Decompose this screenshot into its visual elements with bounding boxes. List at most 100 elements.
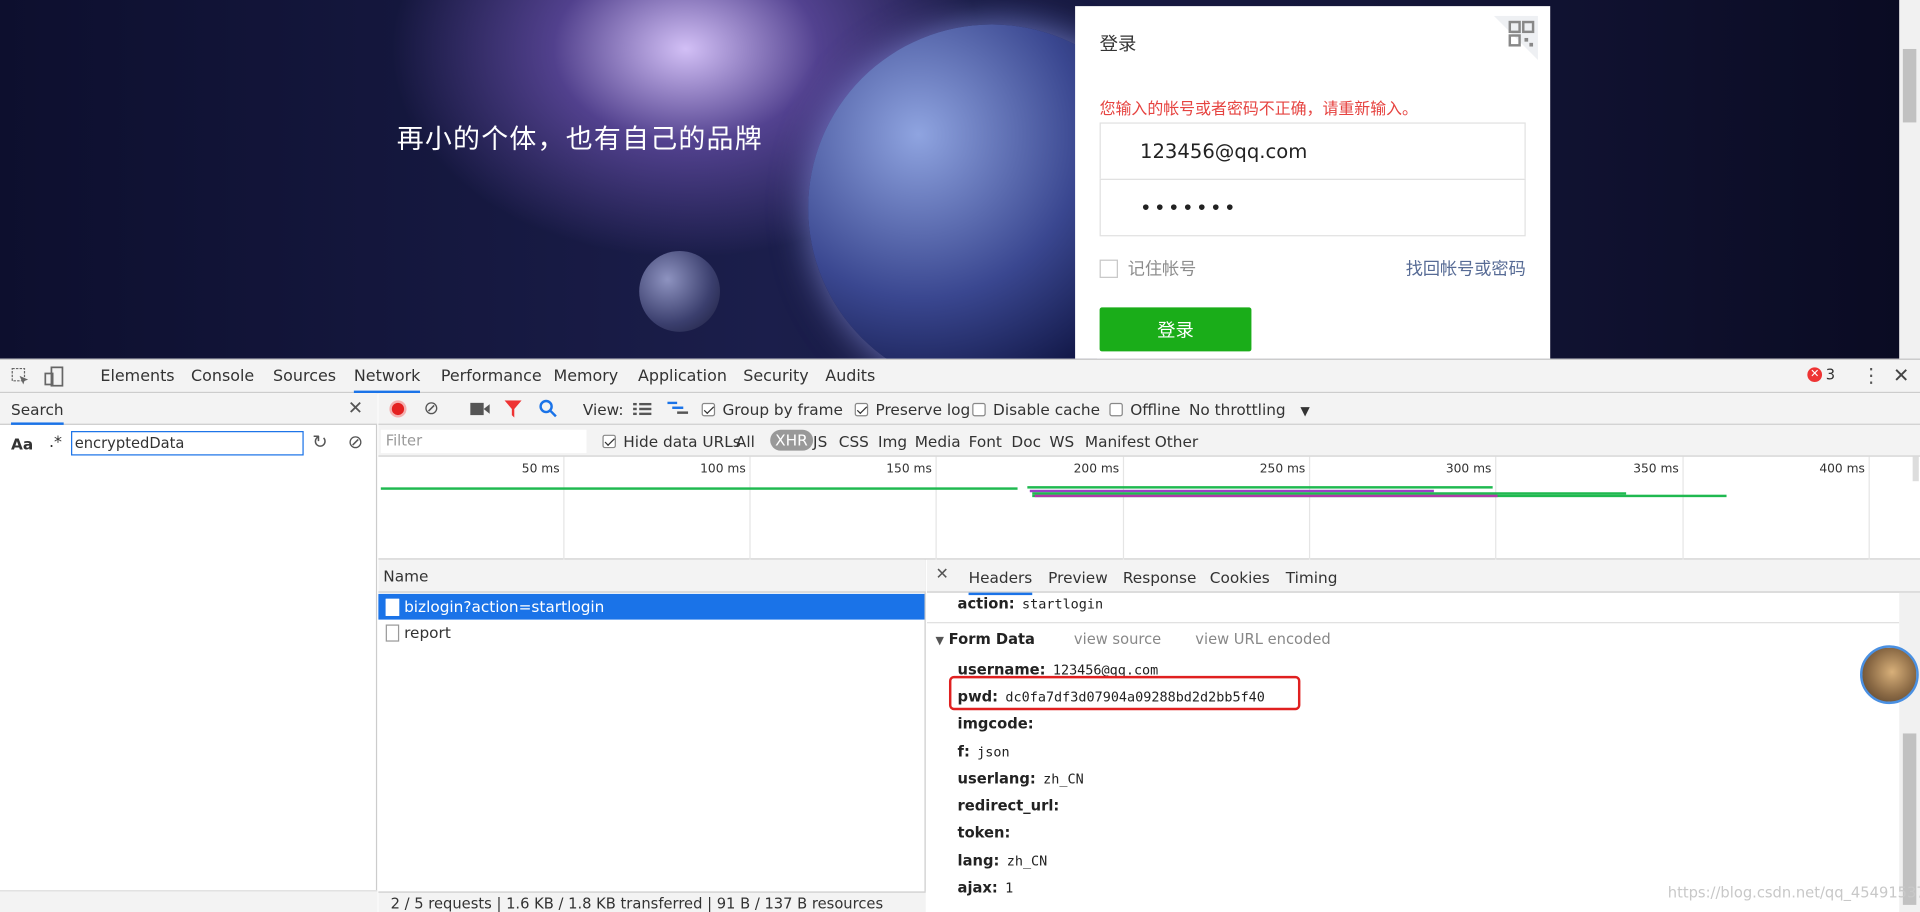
preserve-log[interactable]: Preserve log xyxy=(854,400,970,419)
timeline-gridline xyxy=(1868,456,1870,560)
capture-screenshots-icon[interactable] xyxy=(470,402,490,417)
tab-memory[interactable]: Memory xyxy=(553,367,618,385)
login-button[interactable]: 登录 xyxy=(1099,307,1252,352)
remember-checkbox[interactable] xyxy=(1099,258,1118,278)
device-toolbar-icon[interactable] xyxy=(44,366,64,387)
filter-icon[interactable] xyxy=(504,400,522,418)
error-count: 3 xyxy=(1825,366,1836,384)
search-input[interactable]: encryptedData xyxy=(71,431,304,456)
request-row[interactable]: bizlogin?action=startlogin xyxy=(378,593,925,620)
forgot-password-link[interactable]: 找回帐号或密码 xyxy=(1406,256,1526,280)
tab-performance[interactable]: Performance xyxy=(441,367,542,385)
filter-doc[interactable]: Doc xyxy=(1011,432,1041,450)
regex-toggle[interactable]: .* xyxy=(49,433,62,451)
inspect-element-icon[interactable] xyxy=(11,367,31,387)
request-name: report xyxy=(404,623,451,642)
tick-label: 300 ms xyxy=(1445,462,1492,477)
refresh-icon[interactable]: ↻ xyxy=(312,431,327,453)
avatar[interactable] xyxy=(1860,645,1919,705)
filter-ws[interactable]: WS xyxy=(1049,432,1074,450)
tab-preview[interactable]: Preview xyxy=(1048,568,1108,586)
remember-account[interactable]: 记住帐号 xyxy=(1099,256,1197,280)
network-overview-timeline[interactable]: 50 ms 100 ms 150 ms 200 ms 250 ms 300 ms… xyxy=(378,456,1920,560)
param-key: pwd: xyxy=(957,688,999,706)
tick-label: 350 ms xyxy=(1633,462,1679,477)
filter-js[interactable]: JS xyxy=(813,432,827,450)
devtools: Elements Console Sources Network Perform… xyxy=(0,358,1920,912)
param-value: dc0fa7df3d07904a09288bd2d2bb5f40 xyxy=(1005,689,1265,706)
error-counter[interactable]: ✕ 3 xyxy=(1807,366,1835,383)
throttling-select[interactable]: No throttling ▼ xyxy=(1189,400,1310,418)
filter-xhr[interactable]: XHR xyxy=(770,429,813,451)
page-scrollbar[interactable] xyxy=(1899,0,1920,359)
group-by-frame-checkbox[interactable] xyxy=(701,402,716,417)
tab-headers[interactable]: Headers xyxy=(968,568,1033,596)
large-rows-icon[interactable] xyxy=(633,402,652,416)
timeline-bar xyxy=(380,487,1018,490)
search-footer xyxy=(0,890,378,912)
clear-icon[interactable]: ⊘ xyxy=(424,397,439,419)
tab-cookies[interactable]: Cookies xyxy=(1210,568,1270,586)
hide-data-urls[interactable]: Hide data URLs xyxy=(602,432,741,451)
remember-label: 记住帐号 xyxy=(1127,259,1197,280)
disable-cache[interactable]: Disable cache xyxy=(972,400,1100,419)
search-icon[interactable] xyxy=(539,399,557,418)
request-row[interactable]: report xyxy=(378,620,924,646)
group-by-frame[interactable]: Group by frame xyxy=(701,400,843,419)
param-key: redirect_url: xyxy=(957,797,1060,815)
disable-cache-checkbox[interactable] xyxy=(972,402,986,417)
web-page: 再小的个体，也有自己的品牌 登录 您输入的帐号或者密码不正确，请重新输入。 12… xyxy=(0,0,1920,359)
view-source-link[interactable]: view source xyxy=(1074,631,1161,648)
clear-search-icon[interactable]: ⊘ xyxy=(348,431,363,453)
waterfall-overview-icon[interactable] xyxy=(667,401,689,417)
record-icon[interactable] xyxy=(389,400,407,418)
param-value: zh_CN xyxy=(1043,771,1084,788)
watermark: https://blog.csdn.net/qq_45491537 xyxy=(1667,884,1920,902)
param-value: 1 xyxy=(1005,880,1014,897)
filter-manifest[interactable]: Manifest xyxy=(1085,432,1150,450)
filter-other[interactable]: Other xyxy=(1155,432,1198,450)
param-value: startlogin xyxy=(1022,596,1104,613)
tab-network[interactable]: Network xyxy=(353,367,421,394)
match-case-toggle[interactable]: Aa xyxy=(11,435,33,453)
tab-console[interactable]: Console xyxy=(191,367,254,385)
timeline-bar xyxy=(1027,486,1493,489)
form-data-section[interactable]: ▼ Form Data view source view URL encoded xyxy=(936,631,1331,648)
filter-img[interactable]: Img xyxy=(878,432,907,450)
file-icon xyxy=(385,598,400,616)
password-field[interactable]: ••••••• xyxy=(1099,178,1526,237)
devtools-tabbar: Elements Console Sources Network Perform… xyxy=(0,360,1920,394)
filter-css[interactable]: CSS xyxy=(839,432,869,450)
timeline-gridline xyxy=(1308,456,1311,560)
timeline-handle[interactable] xyxy=(1912,456,1919,482)
network-status-bar: 2 / 5 requests | 1.6 KB / 1.8 KB transfe… xyxy=(378,891,926,912)
tab-application[interactable]: Application xyxy=(638,367,727,385)
tab-sources[interactable]: Sources xyxy=(273,367,336,385)
preserve-log-checkbox[interactable] xyxy=(854,402,869,417)
qr-code-icon[interactable] xyxy=(1493,15,1538,61)
tab-security[interactable]: Security xyxy=(743,367,808,385)
close-details-icon[interactable]: ✕ xyxy=(936,566,949,584)
filter-all[interactable]: All xyxy=(736,432,755,450)
tab-elements[interactable]: Elements xyxy=(100,367,174,385)
close-search-icon[interactable]: ✕ xyxy=(348,397,363,419)
view-url-encoded-link[interactable]: view URL encoded xyxy=(1195,631,1330,648)
tab-audits[interactable]: Audits xyxy=(825,367,875,385)
username-field[interactable]: 123456@qq.com xyxy=(1099,122,1526,180)
group-by-frame-label: Group by frame xyxy=(722,400,843,419)
tab-timing[interactable]: Timing xyxy=(1286,568,1338,586)
details-scrollbar[interactable] xyxy=(1899,592,1920,912)
more-menu-icon[interactable]: ⋮ xyxy=(1861,364,1881,387)
offline-checkbox[interactable] xyxy=(1109,402,1123,417)
name-column-header[interactable]: Name xyxy=(378,559,926,593)
filter-input[interactable]: Filter xyxy=(380,429,587,454)
close-devtools-icon[interactable]: ✕ xyxy=(1893,364,1909,387)
filter-media[interactable]: Media xyxy=(915,432,961,450)
tab-response[interactable]: Response xyxy=(1123,568,1197,586)
param-key: token: xyxy=(957,824,1011,842)
filter-font[interactable]: Font xyxy=(969,432,1002,450)
search-title[interactable]: Search xyxy=(11,400,64,425)
offline[interactable]: Offline xyxy=(1109,400,1180,419)
form-field: token: xyxy=(958,824,1018,841)
hide-data-urls-checkbox[interactable] xyxy=(602,434,616,449)
